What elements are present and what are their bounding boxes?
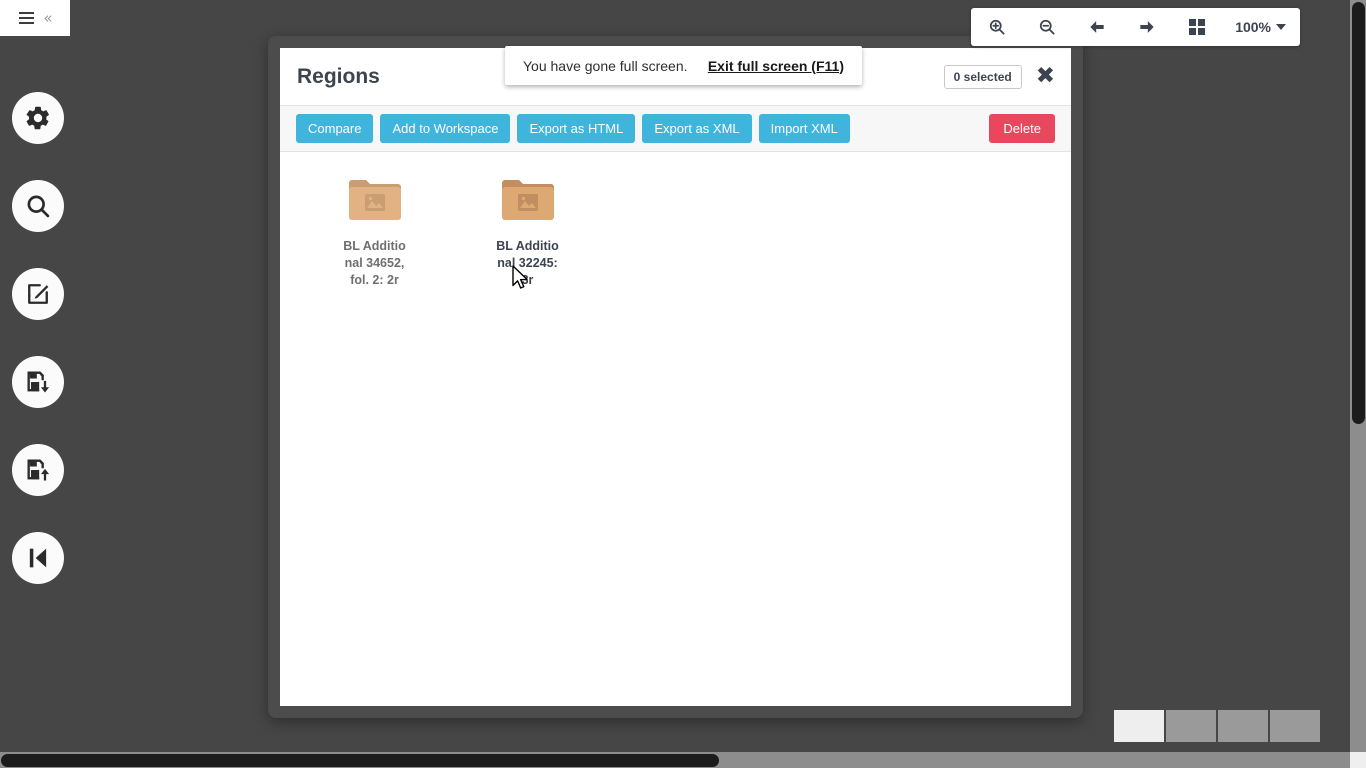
regions-grid: BL Additional 34652, fol. 2: 2r BL Addit… (280, 152, 1071, 706)
zoom-level-selector[interactable]: 100% (1235, 19, 1286, 35)
zoom-level-value: 100% (1235, 19, 1271, 35)
application-window: « (0, 0, 1366, 768)
grid-view-icon[interactable] (1185, 15, 1209, 39)
vertical-scrollbar-thumb[interactable] (1352, 2, 1365, 424)
page-thumbnail[interactable] (1114, 710, 1164, 742)
horizontal-scrollbar[interactable] (0, 752, 1366, 768)
folder-image-icon (499, 176, 557, 229)
import-xml-button[interactable]: Import XML (759, 114, 850, 144)
save-up-icon (24, 456, 52, 484)
skip-back-icon (24, 544, 52, 572)
page-thumbnail-nav (1114, 710, 1320, 742)
exit-fullscreen-link[interactable]: Exit full screen (F11) (708, 58, 844, 74)
export-as-xml-button[interactable]: Export as XML (642, 114, 751, 144)
arrow-left-icon[interactable] (1085, 15, 1109, 39)
zoom-out-icon[interactable] (1035, 15, 1059, 39)
sidebar-item-settings[interactable] (12, 92, 64, 144)
chevron-double-left-icon[interactable]: « (43, 11, 50, 26)
fullscreen-notification-message: You have gone full screen. (523, 58, 688, 74)
dialog-toolbar: Compare Add to Workspace Export as HTML … (280, 106, 1071, 152)
left-sidebar: « (0, 0, 76, 768)
status-badge: 0 selected (944, 65, 1022, 89)
chevron-down-icon (1276, 24, 1286, 30)
delete-button[interactable]: Delete (989, 114, 1055, 144)
sidebar-item-edit[interactable] (12, 268, 64, 320)
close-icon[interactable]: ✖ (1036, 65, 1055, 88)
viewer-toolbar: 100% (971, 8, 1300, 46)
arrow-right-icon[interactable] (1135, 15, 1159, 39)
regions-dialog: Regions 0 selected ✖ Compare Add to Work… (268, 36, 1083, 718)
sidebar-item-search[interactable] (12, 180, 64, 232)
regions-dialog-inner: Regions 0 selected ✖ Compare Add to Work… (280, 48, 1071, 706)
zoom-in-icon[interactable] (985, 15, 1009, 39)
add-to-workspace-button[interactable]: Add to Workspace (380, 114, 510, 144)
magnifier-icon (24, 192, 52, 220)
compare-button[interactable]: Compare (296, 114, 373, 144)
gear-icon (24, 104, 52, 132)
save-down-icon (24, 368, 52, 396)
list-icon[interactable] (19, 12, 34, 24)
list-item[interactable]: BL Additional 32245: 3r (451, 174, 604, 289)
scrollbar-corner (1350, 752, 1366, 768)
export-as-html-button[interactable]: Export as HTML (517, 114, 635, 144)
sidebar-toggle-bar: « (0, 0, 70, 36)
page-thumbnail[interactable] (1218, 710, 1268, 742)
fullscreen-notification: You have gone full screen. Exit full scr… (505, 46, 862, 85)
list-item[interactable]: BL Additional 34652, fol. 2: 2r (298, 174, 451, 289)
list-item-label: BL Additional 34652, fol. 2: 2r (342, 238, 408, 289)
dialog-header-actions: 0 selected ✖ (944, 65, 1055, 89)
sidebar-item-save[interactable] (12, 444, 64, 496)
folder-image-icon (346, 176, 404, 229)
page-thumbnail[interactable] (1166, 710, 1216, 742)
page-title: Regions (297, 65, 380, 89)
page-thumbnail[interactable] (1270, 710, 1320, 742)
list-item-label: BL Additional 32245: 3r (495, 238, 561, 289)
sidebar-item-load[interactable] (12, 356, 64, 408)
vertical-scrollbar[interactable] (1350, 0, 1366, 768)
horizontal-scrollbar-thumb[interactable] (1, 754, 719, 767)
sidebar-item-skip-to-start[interactable] (12, 532, 64, 584)
pencil-edit-icon (24, 280, 52, 308)
